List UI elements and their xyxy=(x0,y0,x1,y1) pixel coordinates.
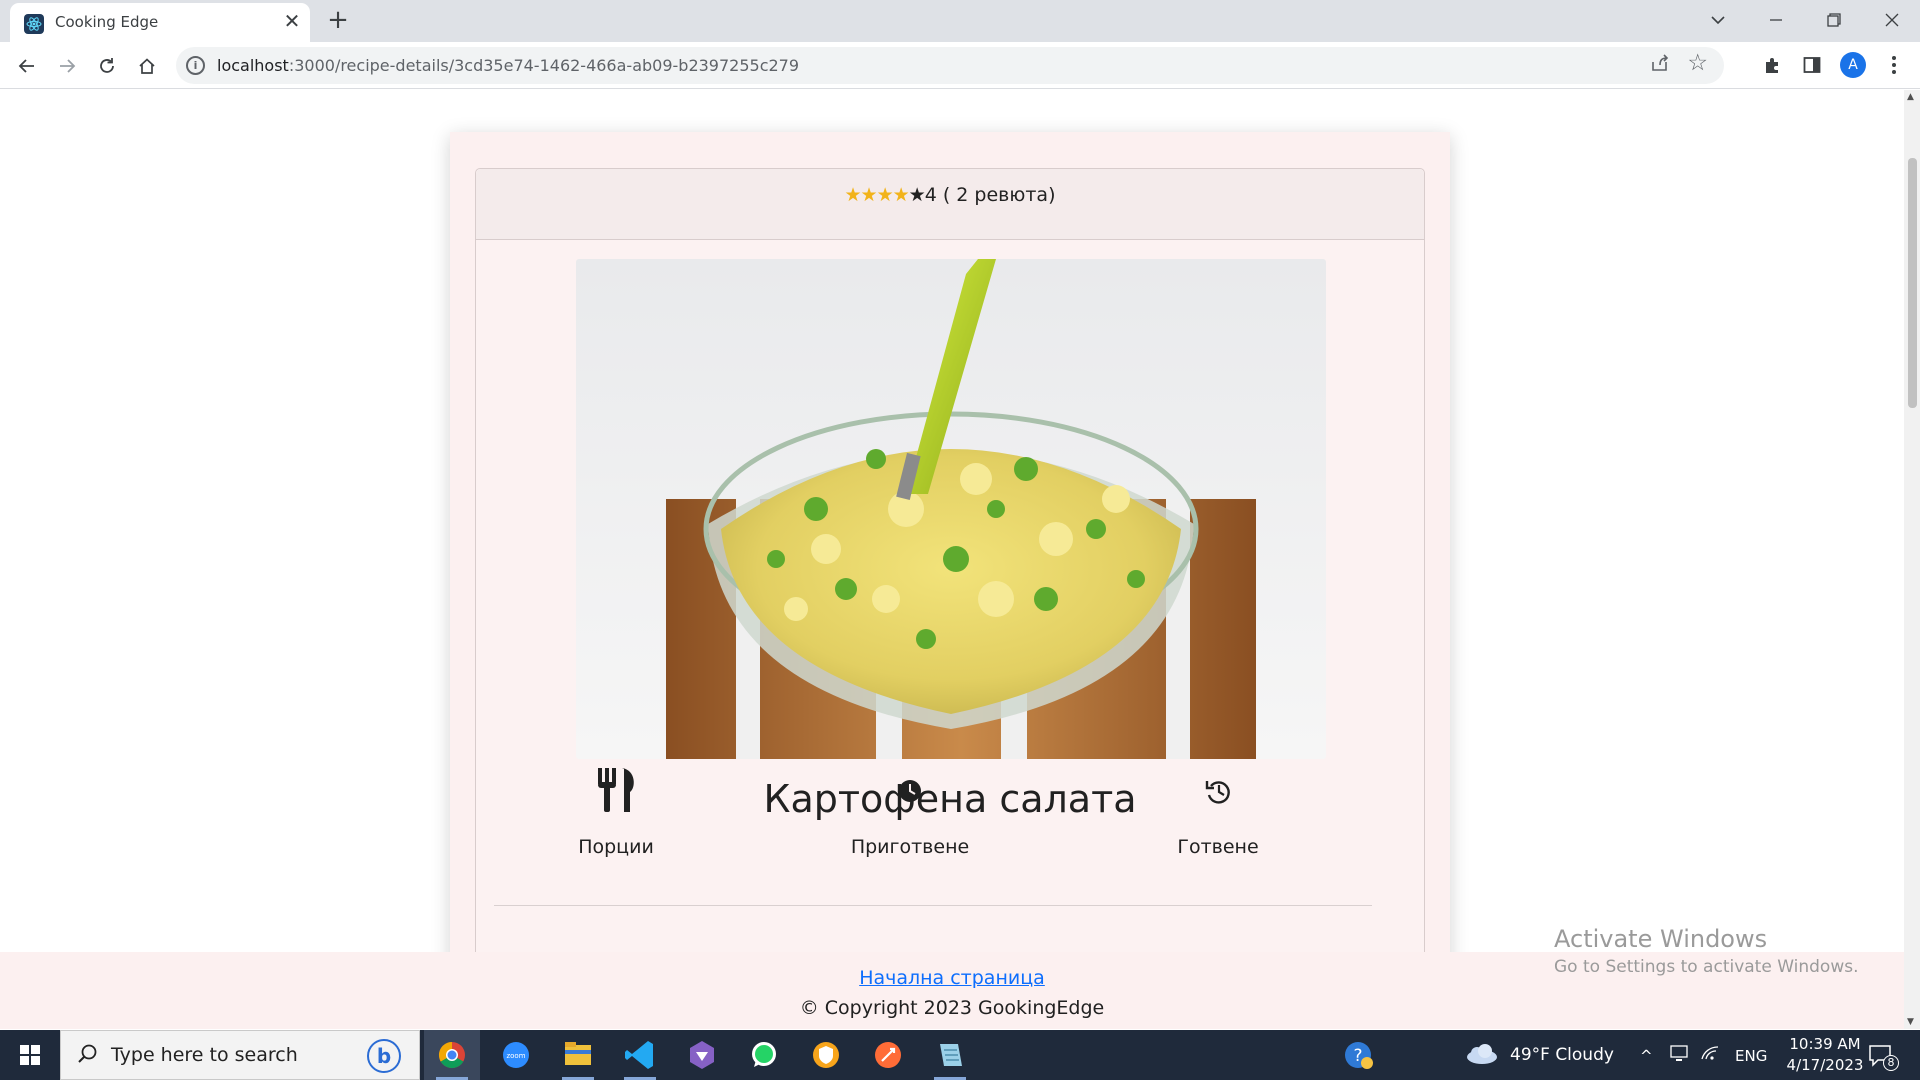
scroll-down-arrow-icon[interactable]: ▼ xyxy=(1907,1017,1914,1027)
restore-button[interactable] xyxy=(1808,0,1860,40)
clock-date: 4/17/2023 xyxy=(1786,1056,1864,1074)
page-viewport: ★★★★★4 ( 2 ревюта) Картофена салата Порц… xyxy=(0,90,1904,1029)
wifi-icon[interactable] xyxy=(1700,1043,1720,1068)
home-page-link-text[interactable]: Начална страница xyxy=(859,967,1045,989)
rating-text: 4 ( 2 ревюта) xyxy=(924,184,1056,206)
taskbar-visual-studio-icon[interactable] xyxy=(674,1030,730,1080)
browser-toolbar: i localhost:3000/recipe-details/3cd35e74… xyxy=(0,42,1920,89)
share-icon[interactable] xyxy=(1650,53,1670,78)
watermark-subtitle: Go to Settings to activate Windows. xyxy=(1554,957,1859,977)
taskbar-postman-icon[interactable] xyxy=(860,1030,916,1080)
address-bar[interactable]: i localhost:3000/recipe-details/3cd35e74… xyxy=(176,47,1724,84)
utensils-icon xyxy=(516,764,716,814)
browser-tab-bar: Cooking Edge ✕ + xyxy=(0,0,1920,42)
back-arrow-icon[interactable] xyxy=(11,50,43,82)
taskbar-chrome-icon[interactable] xyxy=(424,1030,480,1080)
browser-tab[interactable]: Cooking Edge ✕ xyxy=(10,3,310,42)
windows-taskbar: Type here to search b zoom ? 49°F Cloudy… xyxy=(0,1030,1920,1080)
taskbar-app-shield-icon[interactable] xyxy=(798,1030,854,1080)
bookmark-star-icon[interactable]: ☆ xyxy=(1687,50,1708,76)
search-icon xyxy=(77,1043,99,1071)
watermark-title: Activate Windows xyxy=(1554,925,1768,953)
taskbar-file-explorer-icon[interactable] xyxy=(550,1030,606,1080)
tab-close-icon[interactable]: ✕ xyxy=(280,9,304,33)
url-path: :3000/recipe-details/3cd35e74-1462-466a-… xyxy=(288,56,800,75)
rating-stars-icon: ★★★★★ xyxy=(844,184,926,206)
tab-search-chevron-icon[interactable] xyxy=(1692,0,1744,40)
taskbar-clock[interactable]: 10:39 AM 4/17/2023 xyxy=(1770,1034,1880,1076)
help-icon[interactable]: ? xyxy=(1330,1030,1386,1080)
notification-count: 8 xyxy=(1883,1055,1899,1071)
taskbar-whatsapp-icon[interactable] xyxy=(736,1030,792,1080)
bing-icon[interactable]: b xyxy=(367,1039,401,1073)
copyright-text: © Copyright 2023 GookingEdge xyxy=(799,997,1105,1019)
last-star: ★ xyxy=(908,184,926,206)
card-header: ★★★★★4 ( 2 ревюта) xyxy=(476,169,1424,240)
url-host: localhost xyxy=(217,56,289,75)
clock-icon xyxy=(810,764,1010,814)
weather-text[interactable]: 49°F Cloudy xyxy=(1510,1045,1614,1065)
activate-windows-watermark: Activate Windows Go to Settings to activ… xyxy=(1554,925,1859,977)
recipe-card: ★★★★★4 ( 2 ревюта) Картофена салата Порц… xyxy=(475,168,1425,1029)
tray-chevron-up-icon[interactable]: ^ xyxy=(1640,1047,1653,1065)
language-indicator[interactable]: ENG xyxy=(1735,1047,1767,1065)
rating-summary: ★★★★★4 ( 2 ревюта) xyxy=(476,184,1424,206)
tab-title: Cooking Edge xyxy=(55,13,159,31)
svg-text:zoom: zoom xyxy=(506,1052,525,1060)
taskbar-notepad-icon[interactable] xyxy=(922,1030,978,1080)
servings-label: Порции xyxy=(578,836,654,858)
side-panel-icon[interactable] xyxy=(1800,55,1824,79)
forward-arrow-icon[interactable] xyxy=(51,50,83,82)
scroll-up-arrow-icon[interactable]: ▲ xyxy=(1907,92,1914,102)
extensions-puzzle-icon[interactable] xyxy=(1761,55,1785,79)
close-window-button[interactable] xyxy=(1866,0,1918,40)
minimize-button[interactable] xyxy=(1750,0,1802,40)
notifications-icon[interactable]: 8 xyxy=(1866,1042,1902,1072)
weather-cloud-icon[interactable] xyxy=(1462,1030,1502,1080)
taskbar-vscode-icon[interactable] xyxy=(612,1030,668,1080)
cook-time-label: Готвене xyxy=(1177,836,1259,858)
url-text[interactable]: localhost:3000/recipe-details/3cd35e74-1… xyxy=(217,56,799,75)
site-info-icon[interactable]: i xyxy=(186,56,205,75)
history-icon xyxy=(1118,764,1318,814)
react-favicon-icon xyxy=(24,14,44,34)
info-divider xyxy=(494,905,1372,906)
page-scrollbar[interactable]: ▲ ▼ xyxy=(1904,90,1920,1029)
home-icon[interactable] xyxy=(131,50,163,82)
recipe-image xyxy=(576,259,1326,759)
profile-avatar[interactable]: A xyxy=(1840,52,1866,78)
network-icon[interactable] xyxy=(1670,1043,1690,1068)
reload-icon[interactable] xyxy=(91,50,123,82)
taskbar-search-box[interactable]: Type here to search b xyxy=(60,1030,420,1080)
start-windows-icon[interactable] xyxy=(0,1030,60,1080)
search-placeholder: Type here to search xyxy=(111,1044,298,1066)
clock-time: 10:39 AM xyxy=(1789,1035,1861,1053)
browser-menu-icon[interactable] xyxy=(1882,55,1906,79)
new-tab-button[interactable]: + xyxy=(324,6,352,34)
filled-stars: ★★★★ xyxy=(844,184,910,206)
scrollbar-thumb[interactable] xyxy=(1908,158,1917,408)
taskbar-zoom-icon[interactable]: zoom xyxy=(488,1030,544,1080)
prep-time-label: Приготвене xyxy=(850,836,970,858)
